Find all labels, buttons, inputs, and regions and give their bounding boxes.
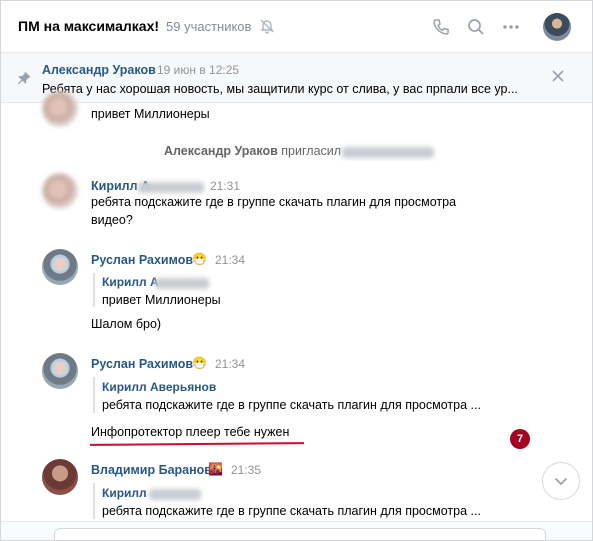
hidden-name	[138, 182, 204, 193]
pinned-author[interactable]: Александр Ураков	[42, 63, 156, 77]
hidden-name	[155, 278, 209, 289]
message-author[interactable]: Руслан Рахимов	[91, 253, 193, 267]
muted-bell-icon	[260, 19, 274, 34]
chat-header: ПМ на максималках! 59 участников	[1, 1, 592, 53]
more-icon[interactable]	[501, 17, 521, 37]
service-action: пригласил	[281, 144, 342, 158]
close-icon[interactable]	[551, 69, 565, 83]
red-underline	[89, 442, 305, 446]
hidden-name	[342, 147, 434, 158]
unread-badge[interactable]: 7	[510, 429, 530, 449]
quote-bar	[93, 377, 95, 413]
message-author[interactable]: Владимир Баранов	[91, 463, 212, 477]
chat-avatar[interactable]	[543, 13, 571, 41]
message-time[interactable]: 21:34	[215, 357, 245, 371]
quote-text: ребята подскажите где в группе скачать п…	[102, 398, 481, 412]
message-time[interactable]: 21:35	[231, 463, 261, 477]
quote-text: привет Миллионеры	[102, 293, 221, 307]
chat-title[interactable]: ПМ на максималках!	[18, 18, 159, 34]
quote-author[interactable]: Кирилл	[102, 486, 147, 500]
message-text: Инфопротектор плеер тебе нужен	[91, 425, 290, 439]
avatar[interactable]	[42, 173, 78, 209]
phone-icon[interactable]	[431, 17, 451, 37]
service-message: Александр Ураков пригласил	[164, 144, 341, 158]
message-text: привет Миллионеры	[91, 107, 210, 121]
avatar[interactable]	[42, 459, 78, 495]
avatar[interactable]	[42, 91, 78, 127]
scroll-down-button[interactable]	[542, 462, 580, 500]
quote-author[interactable]: Кирилл А	[102, 275, 159, 289]
mask-emoji-icon: 😷	[192, 356, 207, 370]
message-text: ребята подскажите где в группе скачать п…	[91, 195, 457, 209]
pinned-message[interactable]: Александр Ураков 19 июн в 12:25 Ребята у…	[1, 53, 592, 103]
pinned-date: 19 июн в 12:25	[157, 63, 240, 77]
quote-bar	[93, 273, 95, 307]
message-input[interactable]	[54, 528, 546, 540]
mask-emoji-icon: 😷	[192, 252, 207, 266]
hidden-name	[149, 489, 201, 500]
quote-author[interactable]: Кирилл Аверьянов	[102, 380, 216, 394]
message-text: Шалом бро)	[91, 317, 162, 331]
quote-text: ребята подскажите где в группе скачать п…	[102, 504, 481, 518]
message-time[interactable]: 21:31	[210, 179, 240, 193]
chat-window: ПМ на максималках! 59 участников Алексан…	[0, 0, 593, 541]
chevron-down-icon	[555, 478, 567, 485]
avatar[interactable]	[42, 249, 78, 285]
pinned-text: Ребята у нас хорошая новость, мы защитил…	[42, 82, 518, 96]
members-count[interactable]: 59 участников	[166, 19, 251, 34]
sunset-emoji-icon: 🌇	[208, 462, 223, 476]
search-icon[interactable]	[466, 17, 486, 37]
avatar[interactable]	[42, 353, 78, 389]
service-actor[interactable]: Александр Ураков	[164, 144, 278, 158]
pin-icon	[17, 71, 31, 85]
message-text: видео?	[91, 213, 133, 227]
quote-bar	[93, 483, 95, 519]
message-author[interactable]: Руслан Рахимов	[91, 357, 193, 371]
message-time[interactable]: 21:34	[215, 253, 245, 267]
